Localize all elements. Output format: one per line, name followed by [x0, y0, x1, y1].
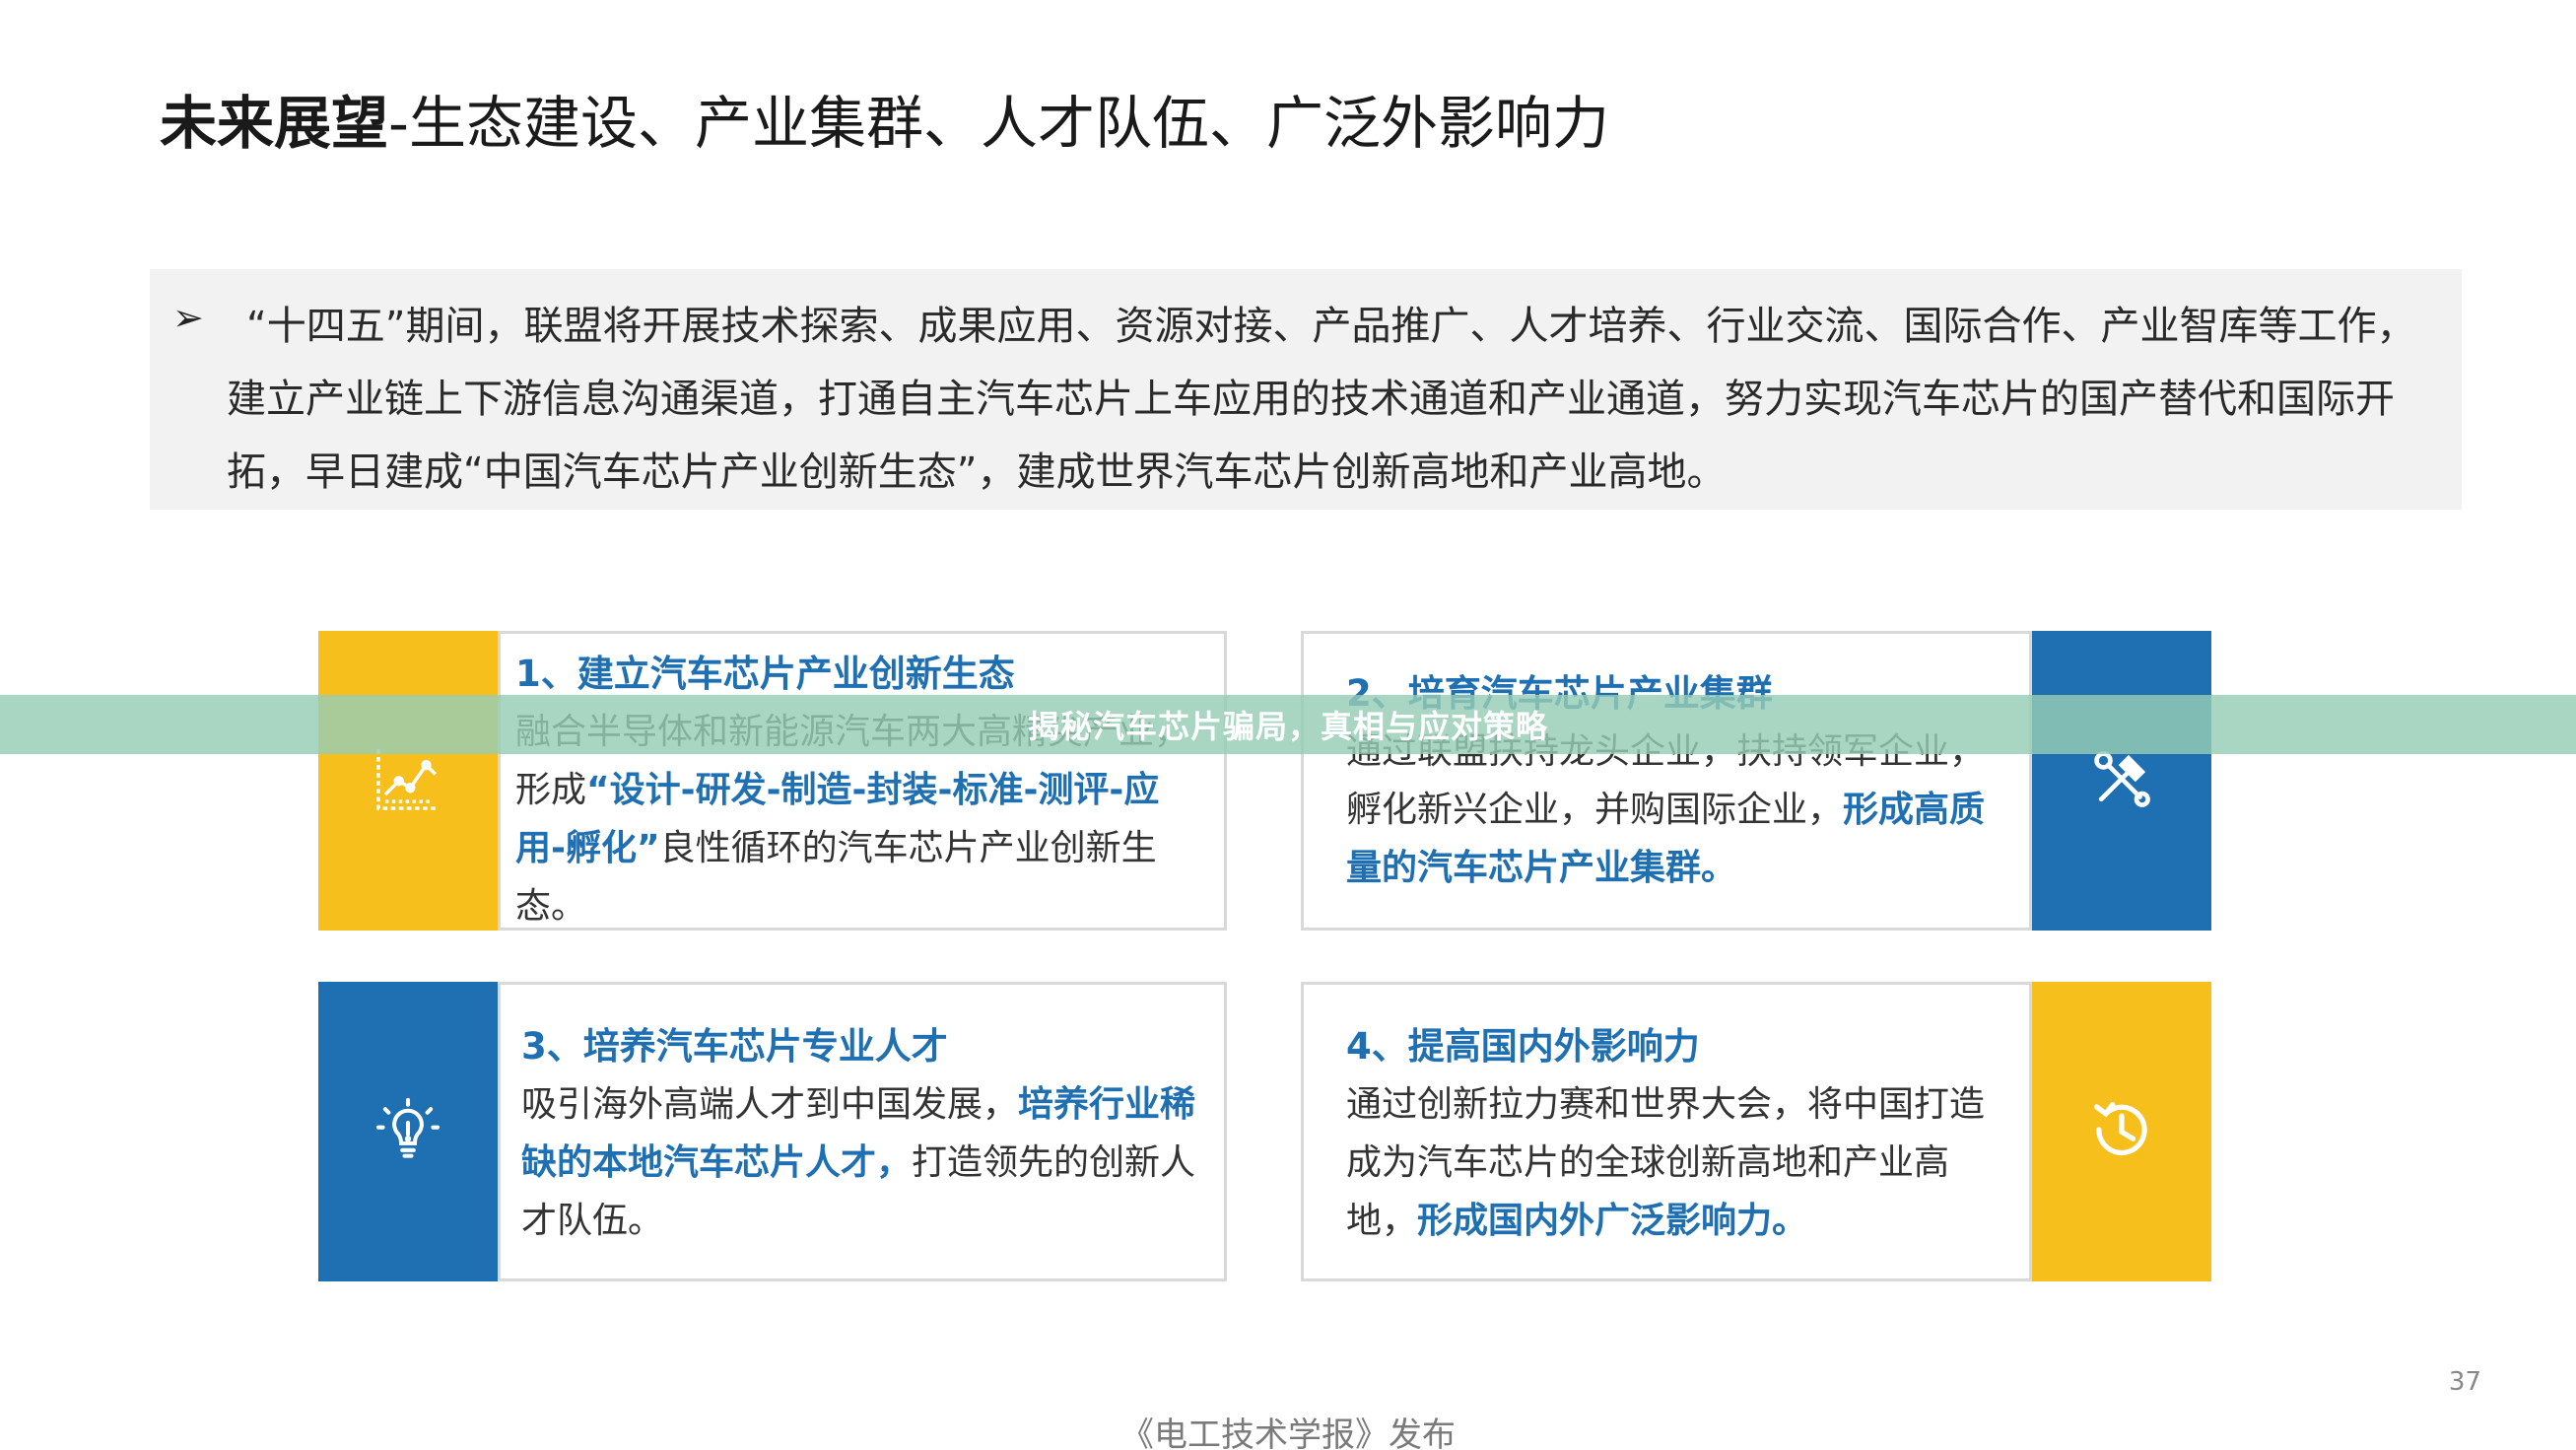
- overlay-banner: 揭秘汽车芯片骗局，真相与应对策略: [0, 695, 2576, 754]
- card-3-title: 3、培养汽车芯片专业人才: [521, 1025, 948, 1068]
- card-4-body: 通过创新拉力赛和世界大会，将中国打造成为汽车芯片的全球创新高地和产业高地，形成国…: [1346, 1075, 2016, 1250]
- overlay-banner-text: 揭秘汽车芯片骗局，真相与应对策略: [1027, 708, 1548, 745]
- lightbulb-icon: [372, 1093, 444, 1170]
- card-3-icon-block: [318, 982, 498, 1281]
- card-1-icon-block: [318, 631, 498, 931]
- bullet-arrow-icon: ➢: [172, 296, 204, 339]
- card-1-content: 1、建立汽车芯片产业创新生态 融合半导体和新能源汽车两大高精尖产业，形成“设计-…: [515, 645, 1205, 935]
- slide-title-rest: -生态建设、产业集群、人才队伍、广泛外影响力: [388, 90, 1609, 157]
- card-4-highlight: 形成国内外广泛影响力。: [1417, 1201, 1808, 1241]
- card-4-title: 4、提高国内外影响力: [1346, 1025, 1700, 1068]
- slide: 未来展望-生态建设、产业集群、人才队伍、广泛外影响力 ➢ “十四五”期间，联盟将…: [0, 0, 2576, 1450]
- footer-source: 《电工技术学报》发布: [1120, 1415, 1456, 1450]
- card-3-text-before: 吸引海外高端人才到中国发展，: [521, 1084, 1019, 1125]
- page-number: 37: [2448, 1367, 2481, 1397]
- summary-text: “十四五”期间，联盟将开展技术探索、成果应用、资源对接、产品推广、人才培养、行业…: [227, 304, 2416, 495]
- card-4-content: 4、提高国内外影响力 通过创新拉力赛和世界大会，将中国打造成为汽车芯片的全球创新…: [1346, 1017, 2016, 1250]
- history-icon: [2085, 1093, 2158, 1170]
- card-3-body: 吸引海外高端人才到中国发展，培养行业稀缺的本地汽车芯片人才，打造领先的创新人才队…: [521, 1075, 1201, 1250]
- card-4-icon-block: [2032, 982, 2211, 1281]
- slide-title: 未来展望-生态建设、产业集群、人才队伍、广泛外影响力: [160, 77, 1609, 160]
- card-3-content: 3、培养汽车芯片专业人才 吸引海外高端人才到中国发展，培养行业稀缺的本地汽车芯片…: [521, 1017, 1201, 1250]
- card-2-icon-block: [2032, 631, 2211, 931]
- slide-title-bold: 未来展望: [160, 90, 389, 157]
